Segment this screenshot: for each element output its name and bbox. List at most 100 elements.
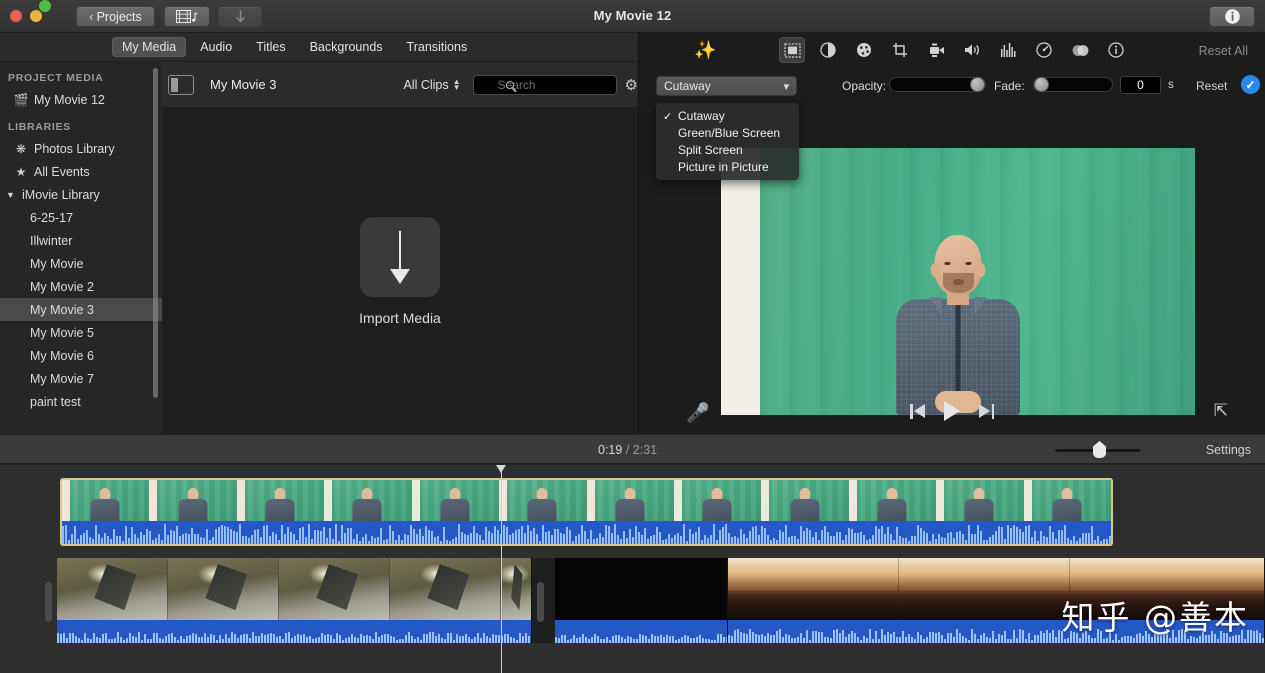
black-clip[interactable]: [555, 558, 728, 643]
checkmark-icon: ✓: [663, 110, 672, 123]
sidebar-item-my-movie-2[interactable]: My Movie 2: [0, 275, 162, 298]
skip-next-icon[interactable]: [979, 404, 994, 419]
fade-slider-knob[interactable]: [1034, 77, 1049, 92]
fade-duration-field[interactable]: 0: [1120, 76, 1161, 94]
sidebar-item-my-movie-3[interactable]: My Movie 3: [0, 298, 162, 321]
menu-item-label: Cutaway: [678, 109, 725, 123]
clip-thumbnail: [674, 480, 761, 525]
chevron-down-icon: ▾: [783, 80, 789, 93]
browser-title: My Movie 3: [210, 77, 276, 92]
import-media-label: Import Media: [359, 310, 441, 326]
menu-item-picture-in-picture[interactable]: Picture in Picture: [656, 159, 799, 175]
timeline-settings-button[interactable]: Settings: [1206, 443, 1251, 457]
audio-waveform: [62, 521, 1111, 544]
sidebar-item-my-movie-12[interactable]: 🎬 My Movie 12: [0, 88, 162, 111]
timeline-zoom-slider[interactable]: [1055, 449, 1140, 452]
total-time: 2:31: [633, 443, 657, 457]
menu-item-label: Split Screen: [678, 143, 743, 157]
timeline-drag-handle-left[interactable]: [45, 582, 52, 622]
window-title: My Movie 12: [0, 8, 1265, 23]
magic-wand-icon[interactable]: ✨: [694, 40, 716, 61]
sidebar-item-paint-test[interactable]: paint test: [0, 390, 162, 413]
star-badge-icon: ★: [14, 165, 28, 179]
checkmark-circle-icon[interactable]: ✓: [1241, 75, 1260, 94]
timeline-toolbar: 0:19 / 2:31 Settings: [0, 434, 1265, 464]
opacity-slider-knob[interactable]: [970, 77, 985, 92]
media-tab-bar: My Media Audio Titles Backgrounds Transi…: [0, 33, 638, 62]
fade-slider[interactable]: [1033, 77, 1113, 92]
sidebar-section-project-media: PROJECT MEDIA: [0, 62, 162, 88]
imovie-window: ‹ Projects My Movie 12: [0, 0, 1265, 673]
sidebar-item-label: Photos Library: [34, 142, 115, 156]
overlay-mode-menu: ✓ Cutaway Green/Blue Screen Split Screen…: [656, 103, 799, 180]
inspector-toolbar: ✨: [639, 33, 1265, 69]
clip-thumbnails: [57, 558, 531, 620]
sidebar-toggle-icon[interactable]: [168, 75, 194, 95]
inspector-panel: ✨: [639, 33, 1265, 434]
import-media-button[interactable]: [360, 217, 440, 297]
tab-transitions[interactable]: Transitions: [397, 37, 478, 57]
color-balance-icon[interactable]: [815, 37, 841, 63]
sidebar-item-label: My Movie 12: [34, 93, 105, 107]
studio-b-roll-clip[interactable]: [57, 558, 532, 643]
clip-filter-dropdown[interactable]: All Clips ▲▼: [403, 78, 460, 92]
menu-item-label: Picture in Picture: [678, 160, 769, 174]
browser-toolbar: My Movie 3 All Clips ▲▼ ⚙: [162, 62, 638, 108]
sidebar-item-label: All Events: [34, 165, 90, 179]
audio-waveform: [57, 620, 531, 643]
time-separator: /: [626, 443, 629, 457]
timeline-zoom-knob[interactable]: [1093, 441, 1106, 458]
clip-filter-icon[interactable]: [1067, 37, 1093, 63]
sidebar-section-libraries: LIBRARIES: [0, 111, 162, 137]
timeline[interactable]: 知乎 @善本: [0, 465, 1265, 673]
crop-icon[interactable]: [887, 37, 913, 63]
sidebar-scrollbar[interactable]: [153, 68, 158, 398]
play-icon[interactable]: [944, 401, 960, 421]
info-toolbar-button[interactable]: [1209, 6, 1255, 27]
subject-figure: [878, 235, 1038, 415]
sidebar-item-imovie-library[interactable]: ▼ iMovie Library: [0, 183, 162, 206]
tab-my-media[interactable]: My Media: [112, 37, 186, 57]
opacity-slider[interactable]: [889, 77, 986, 92]
sidebar-item-illwinter[interactable]: Illwinter: [0, 229, 162, 252]
speed-icon[interactable]: [1031, 37, 1057, 63]
disclosure-triangle-icon[interactable]: ▼: [6, 190, 16, 200]
sidebar-item-my-movie[interactable]: My Movie: [0, 252, 162, 275]
reset-all-button[interactable]: Reset All: [1199, 44, 1248, 58]
up-down-chevron-icon: ▲▼: [453, 79, 461, 91]
info-icon[interactable]: [1103, 37, 1129, 63]
video-overlay-icon[interactable]: [779, 37, 805, 63]
clip-thumbnail: [499, 480, 586, 525]
tab-backgrounds[interactable]: Backgrounds: [300, 37, 393, 57]
current-time: 0:19: [598, 443, 622, 457]
overlay-mode-dropdown[interactable]: Cutaway ▾: [656, 76, 797, 96]
sidebar-item-my-movie-7[interactable]: My Movie 7: [0, 367, 162, 390]
tab-audio[interactable]: Audio: [190, 37, 242, 57]
gear-icon[interactable]: ⚙: [625, 76, 638, 94]
fullscreen-arrows-icon[interactable]: ⇱: [1214, 401, 1228, 421]
stabilization-icon[interactable]: [923, 37, 949, 63]
volume-icon[interactable]: [959, 37, 985, 63]
noise-reduction-icon[interactable]: [995, 37, 1021, 63]
sidebar-item-my-movie-6[interactable]: My Movie 6: [0, 344, 162, 367]
menu-item-cutaway[interactable]: ✓ Cutaway: [656, 108, 799, 124]
download-arrow-icon: [399, 231, 401, 283]
search-field[interactable]: [473, 75, 617, 95]
skip-previous-icon[interactable]: [910, 404, 925, 419]
reset-button[interactable]: Reset: [1196, 79, 1227, 93]
green-screen-overlay-clip[interactable]: [60, 478, 1113, 546]
timeline-drag-handle-middle[interactable]: [537, 582, 544, 622]
menu-item-split-screen[interactable]: Split Screen: [656, 142, 799, 158]
video-preview[interactable]: [721, 148, 1195, 415]
color-correction-icon[interactable]: [851, 37, 877, 63]
sidebar-item-my-movie-5[interactable]: My Movie 5: [0, 321, 162, 344]
sidebar-item-all-events[interactable]: ★ All Events: [0, 160, 162, 183]
menu-item-green-blue-screen[interactable]: Green/Blue Screen: [656, 125, 799, 141]
sidebar-item-6-25-17[interactable]: 6-25-17: [0, 206, 162, 229]
clip-thumbnail: [587, 480, 674, 525]
playhead[interactable]: [501, 465, 502, 673]
title-bar: ‹ Projects My Movie 12: [0, 0, 1265, 33]
sidebar-item-photos-library[interactable]: ❋ Photos Library: [0, 137, 162, 160]
tab-titles[interactable]: Titles: [246, 37, 295, 57]
clapperboard-icon: 🎬: [14, 93, 28, 107]
